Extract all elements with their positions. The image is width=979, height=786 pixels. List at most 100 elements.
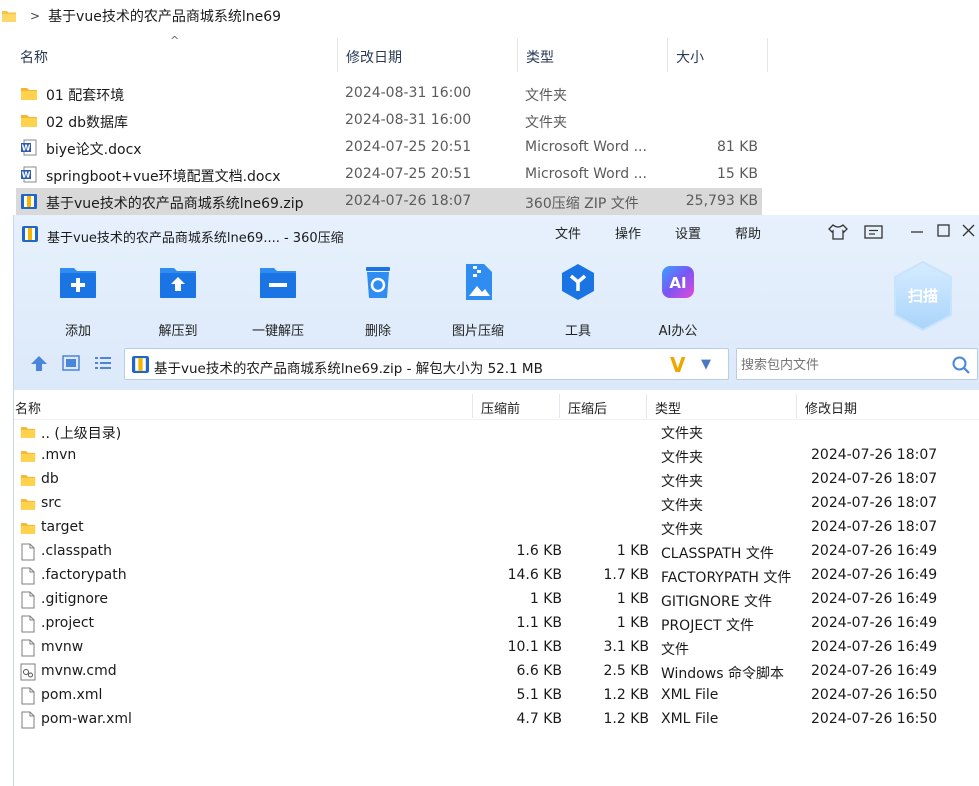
entry-modified: 2024-07-26 16:49 [811,543,938,559]
archive-entry-row[interactable]: mvnw.cmd 6.6 KB 2.5 KB Windows 命令脚本 2024-07-… [14,660,979,684]
trash-recycle-icon [366,267,390,298]
ai-badge-text: AI [669,274,686,292]
column-type[interactable]: 类型 [655,398,681,417]
one-click-extract-button[interactable]: 一键解压 [238,262,318,339]
file-icon [20,639,36,657]
archive-entry-row[interactable]: .. (上级目录) 文件夹 [14,420,979,444]
explorer-file-row[interactable]: Wspringboot+vue环境配置文档.docx 2024-07-25 20:… [16,161,762,188]
minimize-icon[interactable] [907,225,927,241]
entry-original-size: 1.1 KB [516,615,563,631]
entry-compressed-size: 1.2 KB [603,687,650,703]
folder-icon [20,85,38,102]
archive-entry-row[interactable]: src 文件夹 2024-07-26 18:07 [14,492,979,516]
explorer-file-row[interactable]: 02 db数据库 2024-08-31 16:00 文件夹 [16,107,762,134]
file-size: 25,793 KB [685,193,758,209]
archive-entry-row[interactable]: pom.xml 5.1 KB 1.2 KB XML File 2024-07-26 16… [14,684,979,708]
entry-name: db [41,471,59,487]
explorer-file-row[interactable]: Wbiye论文.docx 2024-07-25 20:51 Microsoft Wo… [16,134,762,161]
extract-to-button[interactable]: 解压到 [138,262,218,339]
zip-archive-window: 基于vue技术的农产品商城系统lne69.... - 360压缩 文件 操作 设… [13,215,979,786]
entry-compressed-size: 3.1 KB [603,639,650,655]
column-name[interactable]: 名称 [20,47,48,67]
entry-type: FACTORYPATH 文件 [661,570,792,586]
file-icon [20,591,36,609]
archive-entry-row[interactable]: .mvn 文件夹 2024-07-26 18:07 [14,444,979,468]
explorer-file-row[interactable]: 基于vue技术的农产品商城系统lne69.zip 2024-07-26 18:07… [16,188,762,215]
archive-entry-row[interactable]: .project 1.1 KB 1 KB PROJECT 文件 2024-07-26 1… [14,612,979,636]
delete-button[interactable]: 删除 [338,262,418,339]
sort-ascending-icon: ^ [170,34,180,47]
svg-text:W: W [22,171,31,180]
entry-compressed-size: 1 KB [616,543,649,559]
zip-toolbar-area: 基于vue技术的农产品商城系统lne69.... - 360压缩 文件 操作 设… [14,215,979,390]
entry-type: CLASSPATH 文件 [661,546,774,562]
entry-type: 文件夹 [661,426,703,442]
entry-modified: 2024-07-26 16:49 [811,639,938,655]
archive-entry-row[interactable]: mvnw 10.1 KB 3.1 KB 文件 2024-07-26 16:49 [14,636,979,660]
file-icon [20,543,36,561]
svg-text:W: W [22,144,31,153]
close-icon[interactable] [959,223,979,239]
column-compressed-size[interactable]: 压缩后 [568,398,607,417]
column-size[interactable]: 大小 [676,47,704,67]
list-view-icon[interactable] [94,355,112,371]
archive-entry-row[interactable]: .factorypath 14.6 KB 1.7 KB FACTORYPATH 文件 2… [14,564,979,588]
entry-type: Windows 命令脚本 [661,666,784,682]
entry-modified: 2024-07-26 18:07 [811,519,938,535]
search-icon[interactable] [951,355,971,375]
up-arrow-icon[interactable] [30,355,48,371]
entry-type: 文件夹 [661,498,703,514]
breadcrumb-folder[interactable]: 基于vue技术的农产品商城系统lne69 [48,6,281,26]
entry-modified: 2024-07-26 16:49 [811,615,938,631]
zip-archive-icon [22,226,38,242]
explorer-file-row[interactable]: 01 配套环境 2024-08-31 16:00 文件夹 [16,80,762,107]
column-type[interactable]: 类型 [526,47,554,67]
column-name[interactable]: 名称 [15,398,41,417]
maximize-icon[interactable] [933,223,953,239]
menu-settings[interactable]: 设置 [675,223,701,242]
file-size: 81 KB [716,139,758,155]
verified-v-icon[interactable]: V [670,353,685,377]
one-click-extract-icon [260,268,296,298]
entry-name: mvnw.cmd [41,663,117,679]
image-compress-button[interactable]: 图片压缩 [438,262,518,339]
entry-compressed-size: 1 KB [616,615,649,631]
add-button[interactable]: 添加 [38,262,118,339]
tools-button[interactable]: 工具 [538,262,618,339]
entry-name: .mvn [41,447,77,463]
entry-modified: 2024-07-26 16:50 [811,711,938,727]
column-modified[interactable]: 修改日期 [805,398,857,417]
ai-office-button[interactable]: AI AI办公 [638,262,718,339]
file-type: 360压缩 ZIP 文件 [525,196,639,212]
entry-name: target [41,519,84,535]
menu-operation[interactable]: 操作 [615,223,641,242]
entry-modified: 2024-07-26 18:07 [811,447,938,463]
entry-original-size: 4.7 KB [516,711,563,727]
column-modified[interactable]: 修改日期 [346,47,402,67]
archive-entry-row[interactable]: .classpath 1.6 KB 1 KB CLASSPATH 文件 2024-07-… [14,540,979,564]
archive-entry-row[interactable]: .gitignore 1 KB 1 KB GITIGNORE 文件 2024-07-26… [14,588,979,612]
archive-entry-row[interactable]: db 文件夹 2024-07-26 18:07 [14,468,979,492]
menu-file[interactable]: 文件 [555,223,581,242]
search-box[interactable] [736,348,978,380]
search-input[interactable] [741,355,941,375]
feedback-icon[interactable] [863,224,885,241]
archive-path-field[interactable]: 基于vue技术的农产品商城系统lne69.zip - 解包大小为 52.1 MB… [124,348,729,380]
entry-name: .classpath [41,543,113,559]
thumbnail-view-icon[interactable] [62,355,80,371]
menu-help[interactable]: 帮助 [735,223,761,242]
entry-type: 文件夹 [661,450,703,466]
file-modified: 2024-07-25 20:51 [345,166,472,182]
column-original-size[interactable]: 压缩前 [481,398,520,417]
skin-shirt-icon[interactable] [827,223,849,241]
chevron-down-icon[interactable]: ▼ [701,357,711,372]
entry-original-size: 6.6 KB [516,663,563,679]
file-name: 基于vue技术的农产品商城系统lne69.zip [46,196,304,212]
scan-button[interactable]: 扫描 [892,260,954,332]
path-bar: 基于vue技术的农产品商城系统lne69.zip - 解包大小为 52.1 MB… [14,343,979,383]
archive-entry-row[interactable]: target 文件夹 2024-07-26 18:07 [14,516,979,540]
archive-entry-row[interactable]: pom-war.xml 4.7 KB 1.2 KB XML File 2024-07-2… [14,708,979,732]
window-title: 基于vue技术的农产品商城系统lne69.... - 360压缩 [47,231,344,246]
entry-type: GITIGNORE 文件 [661,594,773,610]
entry-original-size: 1 KB [529,591,562,607]
